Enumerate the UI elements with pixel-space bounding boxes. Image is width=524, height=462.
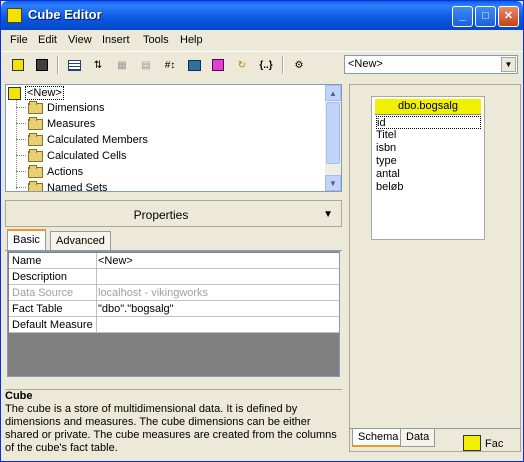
menu-insert[interactable]: Insert — [102, 34, 130, 46]
menu-bar: File Edit View Insert Tools Help — [2, 31, 522, 49]
properties-grid: Name <New> Description Data Source localho… — [7, 251, 340, 377]
title-bar[interactable]: Cube Editor _ □ ✕ — [1, 1, 523, 30]
menu-help[interactable]: Help — [180, 34, 203, 46]
menu-edit[interactable]: Edit — [38, 34, 57, 46]
maximize-button[interactable]: □ — [475, 6, 496, 27]
cube-app-icon — [7, 8, 22, 23]
table-header: dbo.bogsalg — [375, 99, 481, 115]
window-title: Cube Editor — [28, 7, 102, 22]
property-row-default-measure[interactable]: Default Measure — [9, 317, 339, 333]
tab-data[interactable]: Data — [400, 429, 436, 447]
description-pane: Cube The cube is a store of multidimensi… — [5, 389, 342, 457]
folder-icon — [28, 180, 43, 191]
calculator-icon[interactable] — [184, 55, 204, 75]
field-item[interactable]: beløb — [376, 181, 404, 194]
folder-icon — [28, 116, 43, 130]
table-icon[interactable] — [64, 55, 84, 75]
chevron-down-icon[interactable]: ▼ — [501, 57, 516, 72]
property-row-name[interactable]: Name <New> — [9, 253, 339, 269]
field-item[interactable]: type — [376, 155, 397, 168]
property-row-data-source[interactable]: Data Source localhost - vikingworks — [9, 285, 339, 301]
cube-editor-window: Cube Editor _ □ ✕ File Edit View Insert … — [0, 0, 524, 462]
field-item[interactable]: id — [376, 116, 481, 129]
process-icon[interactable]: ⇅ — [88, 55, 108, 75]
named-set-icon[interactable]: {..} — [256, 55, 276, 75]
refresh-icon[interactable]: ↻ — [232, 55, 252, 75]
new-cube-icon[interactable] — [8, 55, 28, 75]
field-item[interactable]: antal — [376, 168, 400, 181]
property-row-fact-table[interactable]: Fact Table "dbo"."bogsalg" — [9, 301, 339, 317]
legend-label: Fac — [485, 438, 504, 450]
close-button[interactable]: ✕ — [498, 6, 519, 27]
save-icon[interactable] — [32, 55, 52, 75]
scroll-thumb[interactable] — [326, 102, 340, 164]
tab-basic[interactable]: Basic — [7, 229, 46, 251]
tree-item-measures[interactable]: Measures — [28, 116, 95, 132]
field-item[interactable]: isbn — [376, 142, 396, 155]
properties-label: Properties — [133, 208, 189, 222]
insert-dimension-icon[interactable]: ▦ — [112, 55, 132, 75]
calculated-member-icon[interactable]: #↕ — [160, 55, 180, 75]
folder-icon — [28, 164, 43, 178]
settings-icon[interactable]: ⚙ — [289, 55, 309, 75]
cube-selector-combo[interactable]: <New> ▼ — [344, 55, 518, 74]
tree-item-calculated-members[interactable]: Calculated Members — [28, 132, 148, 148]
menu-file[interactable]: File — [10, 34, 28, 46]
tree-item-dimensions[interactable]: Dimensions — [28, 100, 104, 116]
description-heading: Cube — [5, 390, 33, 402]
folder-icon — [28, 148, 43, 162]
insert-measure-icon[interactable]: ▤ — [136, 55, 156, 75]
tree-item-calculated-cells[interactable]: Calculated Cells — [28, 148, 126, 164]
scroll-down-icon[interactable]: ▼ — [325, 175, 341, 191]
field-item[interactable]: Titel — [376, 129, 396, 142]
chevron-down-icon: ▼ — [323, 209, 333, 220]
fact-table-legend-swatch — [463, 435, 481, 451]
combo-value: <New> — [348, 58, 383, 70]
property-row-description[interactable]: Description — [9, 269, 339, 285]
menu-view[interactable]: View — [68, 34, 92, 46]
description-text: The cube is a store of multidimensional … — [5, 403, 337, 454]
tree-item-actions[interactable]: Actions — [28, 164, 83, 180]
properties-toggle-bar[interactable]: Properties ▼ — [5, 200, 342, 227]
scroll-up-icon[interactable]: ▲ — [325, 85, 341, 101]
minimize-button[interactable]: _ — [452, 6, 473, 27]
tree-item-named-sets[interactable]: Named Sets — [28, 180, 108, 191]
cube-action-icon[interactable] — [208, 55, 228, 75]
folder-icon — [28, 100, 43, 114]
cube-icon — [8, 86, 21, 100]
tab-advanced[interactable]: Advanced — [50, 231, 111, 251]
menu-tools[interactable]: Tools — [143, 34, 169, 46]
tree-root[interactable]: <New> — [8, 85, 64, 101]
cube-tree: <New> Dimensions Measures Calculated Mem… — [5, 84, 342, 192]
tree-scrollbar[interactable]: ▲ ▼ — [325, 85, 341, 191]
folder-icon — [28, 132, 43, 146]
tab-schema[interactable]: Schema — [352, 429, 405, 447]
fact-table-box[interactable]: dbo.bogsalg id Titel isbn type antal bel… — [371, 96, 485, 240]
